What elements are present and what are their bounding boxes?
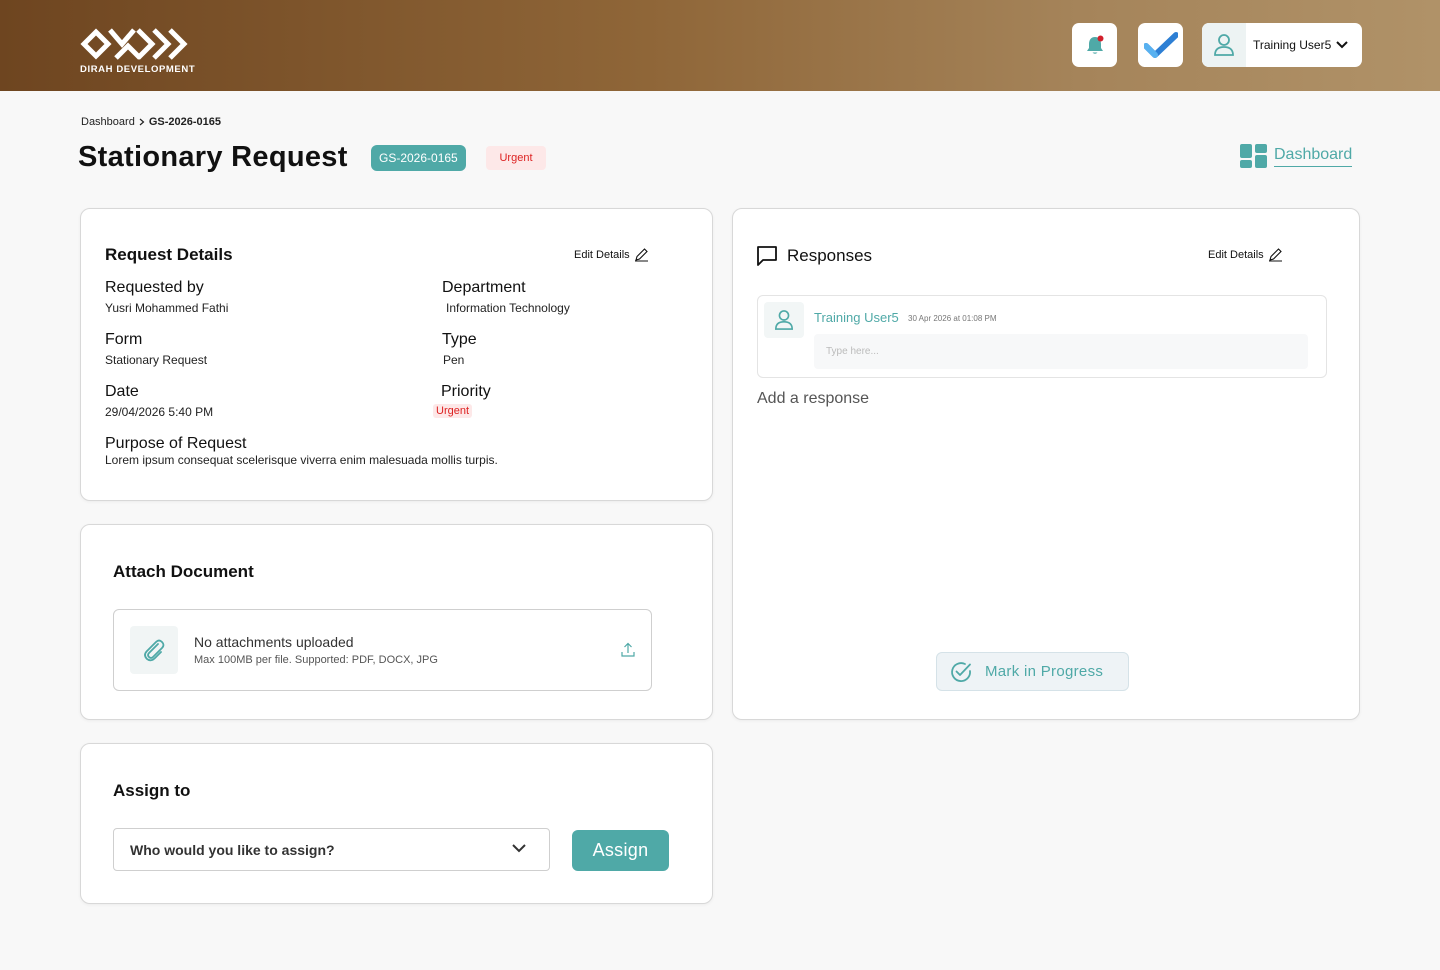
attach-document-card: Attach Document No attachments uploaded … [80,524,713,720]
upload-icon[interactable] [621,642,635,658]
responses-title: Responses [787,246,873,265]
user-icon [1214,34,1234,56]
type-label: Type [442,331,477,348]
priority-badge: Urgent [486,146,546,170]
chevron-down-icon [512,844,526,853]
bell-icon [1086,35,1103,54]
form-value: Stationary Request [105,353,208,367]
pencil-icon [1268,248,1282,262]
attachment-dropzone[interactable]: No attachments uploaded Max 100MB per fi… [113,609,652,691]
responses-edit-details-button[interactable]: Edit Details [1208,247,1283,262]
check-circle-icon [951,661,971,682]
user-name: Training User5 [1253,38,1332,52]
assign-button[interactable]: Assign [572,830,669,871]
breadcrumb-current: GS-2026-0165 [148,116,221,128]
response-item: Training User5 30 Apr 2026 at 01:08 PM T… [757,295,1327,378]
chevron-right-icon [139,118,145,126]
priority-value: Urgent [433,404,473,418]
dashboard-grid-icon [1240,144,1267,168]
requested-by-value: Yusri Mohammed Fathi [105,301,229,315]
top-header: DIRAH DEVELOPMENT Training User5 [0,0,1440,91]
date-value: 29/04/2026 5:40 PM [105,405,214,419]
breadcrumb-dashboard-link[interactable]: Dashboard [81,116,135,128]
purpose-label: Purpose of Request [105,435,247,452]
request-id-badge: GS-2026-0165 [371,145,466,171]
no-attachments-text: No attachments uploaded [194,634,354,650]
pencil-icon [634,248,648,262]
paperclip-icon [144,639,165,662]
priority-label: Priority [441,383,491,400]
breadcrumb: Dashboard GS-2026-0165 [81,116,221,128]
edit-details-button[interactable]: Edit Details [574,247,649,262]
assignee-select[interactable]: Who would you like to assign? [113,828,550,871]
form-label: Form [105,331,143,348]
assign-title: Assign to [113,781,191,800]
response-input[interactable]: Type here... [814,334,1308,369]
mark-in-progress-label: Mark in Progress [985,663,1104,680]
dashboard-link[interactable]: Dashboard [1240,144,1353,168]
chat-bubble-icon [757,246,777,266]
edit-details-label: Edit Details [574,248,630,261]
assign-card: Assign to Who would you like to assign? … [80,743,713,904]
request-details-title: Request Details [105,245,233,264]
date-label: Date [105,383,139,400]
attachment-hint: Max 100MB per file. Supported: PDF, DOCX… [194,654,438,666]
response-timestamp: 30 Apr 2026 at 01:08 PM [908,314,997,323]
purpose-value: Lorem ipsum consequat scelerisque viverr… [105,453,498,467]
avatar [764,302,804,338]
user-icon [774,310,794,330]
attach-document-title: Attach Document [113,562,254,581]
request-details-card: Request Details Edit Details Requested b… [80,208,713,501]
add-response-link[interactable]: Add a response [757,390,869,408]
chevron-down-icon [1336,41,1348,49]
assignee-select-placeholder: Who would you like to assign? [130,841,335,858]
response-user-name: Training User5 [814,310,899,325]
mark-in-progress-button[interactable]: Mark in Progress [936,652,1129,691]
avatar [1202,23,1246,67]
attachment-icon-box [130,626,178,674]
checkmark-icon [1143,32,1178,58]
dashboard-link-label: Dashboard [1274,146,1353,167]
tasks-button[interactable] [1138,23,1183,67]
logo-text: DIRAH DEVELOPMENT [80,64,196,75]
user-menu-button[interactable]: Training User5 [1202,23,1362,67]
department-label: Department [442,279,526,296]
notifications-button[interactable] [1072,23,1117,67]
responses-edit-label: Edit Details [1208,248,1264,261]
responses-card: Responses Edit Details Training User5 30… [732,208,1360,720]
type-value: Pen [443,353,465,367]
requested-by-label: Requested by [105,279,204,296]
page-title: Stationary Request [78,141,348,173]
department-value: Information Technology [446,301,570,315]
